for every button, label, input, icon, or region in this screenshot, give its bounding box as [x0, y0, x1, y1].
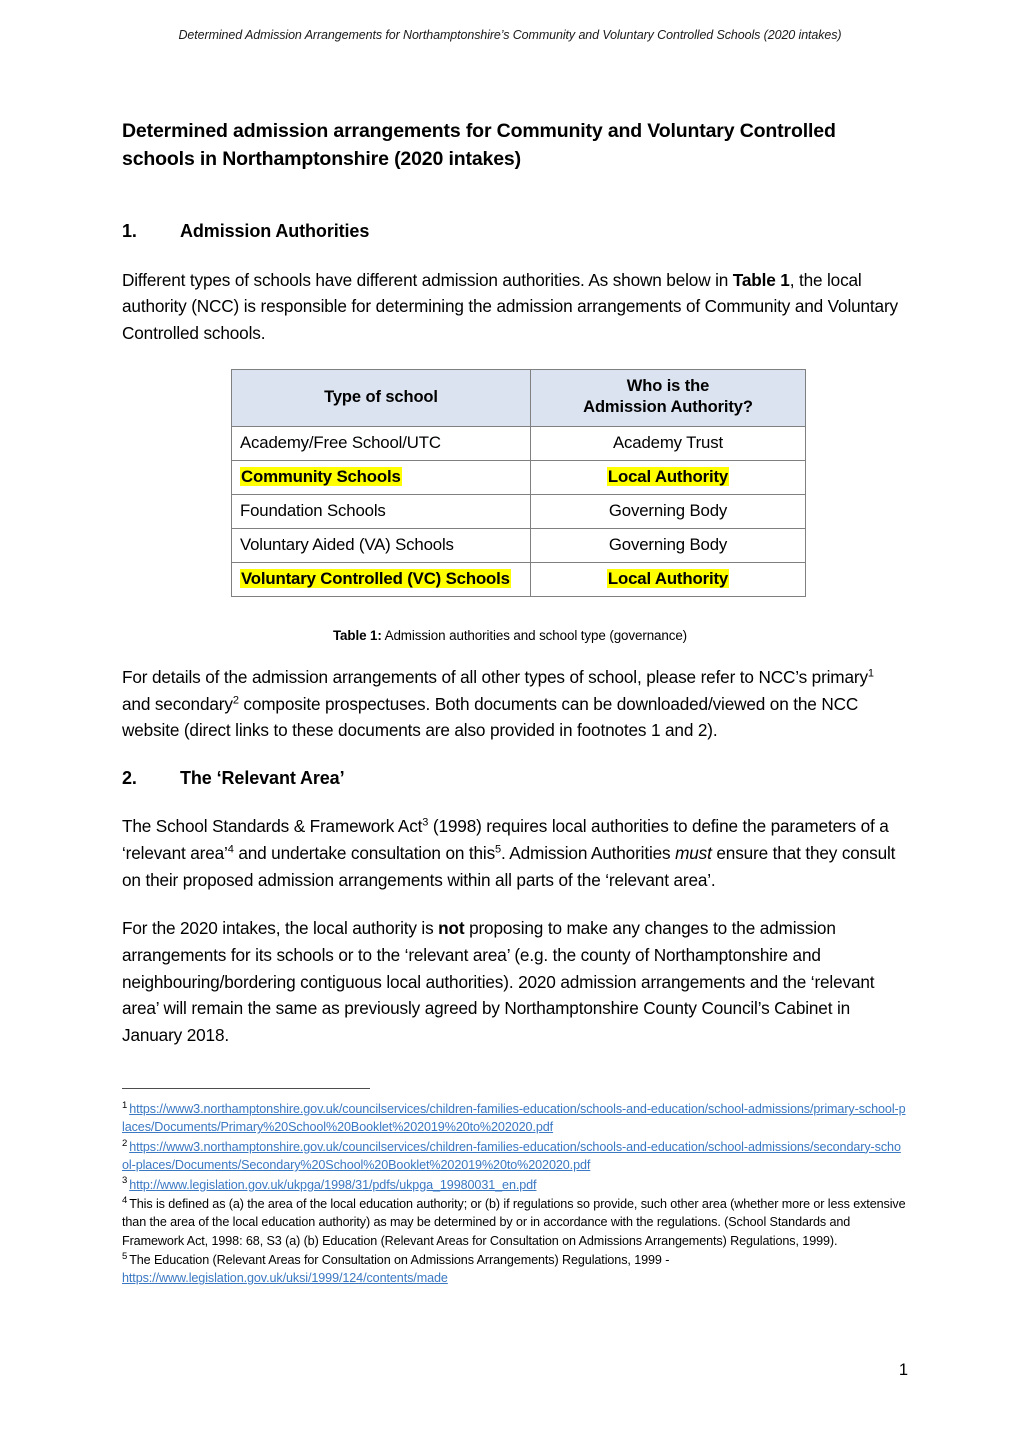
table-row: Foundation Schools Governing Body — [231, 494, 806, 530]
footnote-item: 2 https://www3.northamptonshire.gov.uk/co… — [122, 1138, 906, 1175]
table-header-row: Type of school Who is the Admission Auth… — [231, 368, 806, 428]
footnote-link[interactable]: https://www.legislation.gov.uk/uksi/1999… — [122, 1271, 448, 1285]
para-part2: and secondary — [122, 693, 233, 714]
footnote-link[interactable]: http://www.legislation.gov.uk/ukpga/1998… — [129, 1178, 536, 1192]
cell-authority: Governing Body — [530, 494, 806, 530]
cell-authority: Local Authority — [530, 460, 806, 496]
s2p1-emphasis: must — [675, 842, 712, 863]
cell-text-highlighted: Voluntary Controlled (VC) Schools — [240, 569, 511, 589]
table-head: Type of school Who is the Admission Auth… — [231, 368, 806, 428]
table-body: Academy/Free School/UTC Academy Trust Co… — [231, 426, 806, 598]
section-2-paragraph-1: The School Standards & Framework Act3 (1… — [122, 813, 898, 893]
section-1-paragraph: Different types of schools have differen… — [122, 267, 898, 347]
cell-authority: Local Authority — [530, 562, 806, 598]
header-line-2: Admission Authority? — [583, 398, 753, 417]
footnote-ref-1[interactable]: 1 — [868, 667, 874, 679]
cell-text: Governing Body — [608, 535, 728, 555]
section-2-number: 2. — [122, 768, 137, 789]
cell-school-type: Academy/Free School/UTC — [231, 426, 531, 462]
cell-text: Governing Body — [608, 501, 728, 521]
cell-text: Academy/Free School/UTC — [240, 433, 441, 453]
footnote-link[interactable]: https://www3.northamptonshire.gov.uk/cou… — [122, 1140, 901, 1172]
table-caption: Table 1: Admission authorities and schoo… — [122, 627, 898, 646]
cell-school-type: Foundation Schools — [231, 494, 531, 530]
s2p2-bold: not — [438, 918, 465, 939]
section-1-heading: 1. Admission Authorities — [122, 219, 898, 244]
cell-text-highlighted: Local Authority — [606, 467, 730, 487]
cell-text: Academy Trust — [613, 433, 723, 453]
footnote-marker: 4 — [122, 1194, 128, 1206]
cell-school-type: Voluntary Aided (VA) Schools — [231, 528, 531, 564]
footnote-marker: 3 — [122, 1175, 128, 1187]
cell-school-type: Community Schools — [231, 460, 531, 496]
cell-authority: Academy Trust — [530, 426, 806, 462]
section-2-title: The ‘Relevant Area’ — [180, 768, 345, 789]
footnote-marker: 1 — [122, 1099, 128, 1111]
admission-authority-table: Type of school Who is the Admission Auth… — [231, 368, 806, 598]
cell-school-type: Voluntary Controlled (VC) Schools — [231, 562, 531, 598]
section-1-number: 1. — [122, 221, 137, 242]
footnote-text: The Education (Relevant Areas for Consul… — [129, 1253, 670, 1267]
footnote-item: 1 https://www3.northamptonshire.gov.uk/co… — [122, 1100, 906, 1137]
s2p1-part3: and undertake consultation on this — [233, 842, 496, 863]
s2p2-part1: For the 2020 intakes, the local authorit… — [122, 918, 439, 939]
table-row: Community Schools Local Authority — [231, 460, 806, 496]
footnote-item: 5 The Education (Relevant Areas for Consu… — [122, 1251, 906, 1288]
footnote-area: 1 https://www3.northamptonshire.gov.uk/co… — [122, 1088, 906, 1289]
section-2-paragraph-2: For the 2020 intakes, the local authorit… — [122, 915, 898, 1048]
caption-text: Admission authorities and school type (g… — [381, 628, 688, 644]
para1-part1: Different types of schools have differen… — [122, 269, 733, 290]
running-header: Determined Admission Arrangements for No… — [178, 28, 842, 42]
cell-text-highlighted: Community Schools — [240, 467, 402, 487]
footnote-separator-rule — [122, 1088, 370, 1089]
page-title: Determined admission arrangements for Co… — [122, 120, 836, 170]
cell-text: Foundation Schools — [240, 501, 386, 521]
footnote-item: 4 This is defined as (a) the area of the … — [122, 1195, 906, 1250]
cell-authority: Governing Body — [530, 528, 806, 564]
footnote-item: 3 http://www.legislation.gov.uk/ukpga/199… — [122, 1176, 906, 1194]
table-row: Voluntary Aided (VA) Schools Governing B… — [231, 528, 806, 564]
footnote-marker: 5 — [122, 1250, 128, 1262]
caption-label: Table 1: — [332, 628, 382, 644]
header-line-1: Who is the — [626, 376, 710, 395]
cell-text-highlighted: Local Authority — [606, 569, 730, 589]
document-body: Determined admission arrangements for Co… — [122, 118, 898, 1049]
footnote-link[interactable]: https://www3.northamptonshire.gov.uk/cou… — [122, 1102, 906, 1134]
admission-authority-table-wrapper: Type of school Who is the Admission Auth… — [231, 368, 806, 598]
table-ref-bold: Table 1 — [732, 269, 790, 290]
s2p1-part4: . Admission Authorities — [501, 842, 676, 863]
para-part1: For details of the admission arrangement… — [122, 667, 868, 688]
document-page: Determined Admission Arrangements for No… — [0, 0, 1020, 1442]
table-row: Academy/Free School/UTC Academy Trust — [231, 426, 806, 462]
footnote-text: This is defined as (a) the area of the l… — [122, 1196, 906, 1248]
table-row: Voluntary Controlled (VC) Schools Local … — [231, 562, 806, 598]
section-2-heading: 2. The ‘Relevant Area’ — [122, 766, 898, 791]
column-header-admission-authority: Who is the Admission Authority? — [530, 368, 806, 428]
s2p1-part1: The School Standards & Framework Act — [122, 816, 423, 837]
column-header-type-of-school: Type of school — [231, 368, 531, 428]
page-number: 1 — [898, 1361, 908, 1379]
footnote-marker: 2 — [122, 1137, 128, 1149]
paragraph-after-table: For details of the admission arrangement… — [122, 664, 898, 744]
cell-text: Voluntary Aided (VA) Schools — [240, 535, 454, 555]
section-1-title: Admission Authorities — [180, 221, 370, 242]
